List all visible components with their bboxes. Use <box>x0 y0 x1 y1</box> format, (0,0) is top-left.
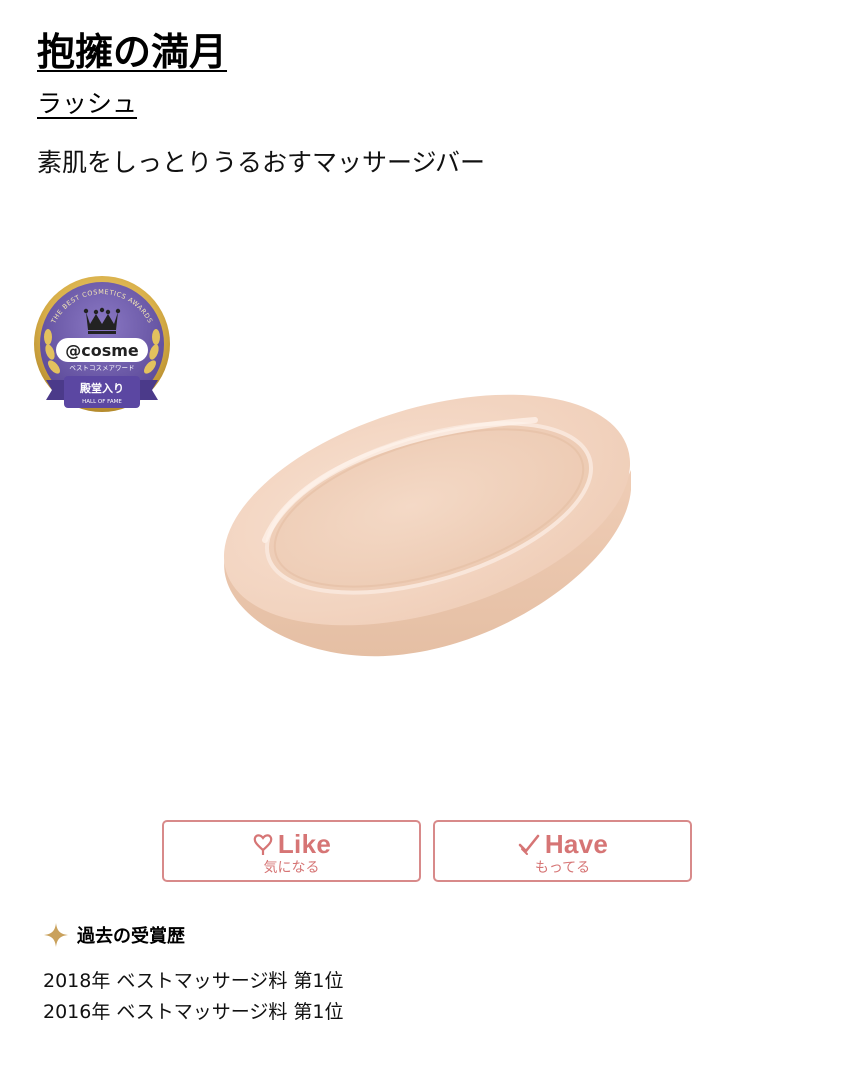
have-sublabel: もってる <box>534 860 591 876</box>
awards-list: 2018年 ベストマッサージ料 第1位 2016年 ベストマッサージ料 第1位 <box>43 966 344 1028</box>
brand-link[interactable]: ラッシュ <box>37 86 137 122</box>
like-sublabel: 気になる <box>263 860 320 876</box>
award-item: 2018年 ベストマッサージ料 第1位 <box>43 970 344 992</box>
badge-ribbon-sub: HALL OF FAME <box>82 399 122 405</box>
like-button[interactable]: Like 気になる <box>162 820 421 882</box>
awards-heading-text: 過去の受賞歴 <box>77 926 185 947</box>
badge-subtitle: ベストコスメアワード <box>69 364 134 372</box>
have-label: Have <box>544 828 609 859</box>
awards-heading: 過去の受賞歴 <box>43 922 185 948</box>
award-item: 2016年 ベストマッサージ料 第1位 <box>43 1001 344 1023</box>
product-catchcopy: 素肌をしっとりうるおすマッサージバー <box>37 148 486 177</box>
product-title[interactable]: 抱擁の満月 <box>37 26 227 78</box>
heart-icon <box>253 834 273 855</box>
have-button[interactable]: Have もってる <box>433 820 692 882</box>
badge-ribbon: 殿堂入り <box>79 381 124 395</box>
check-icon <box>518 834 540 855</box>
sparkle-icon <box>44 923 68 947</box>
badge-logo: @cosme <box>65 341 139 360</box>
product-image <box>223 394 632 657</box>
cosme-hall-of-fame-badge: THE BEST COSMETICS AWARDS @cosme ベストコスメア… <box>34 276 170 412</box>
like-label: Like <box>277 828 332 859</box>
